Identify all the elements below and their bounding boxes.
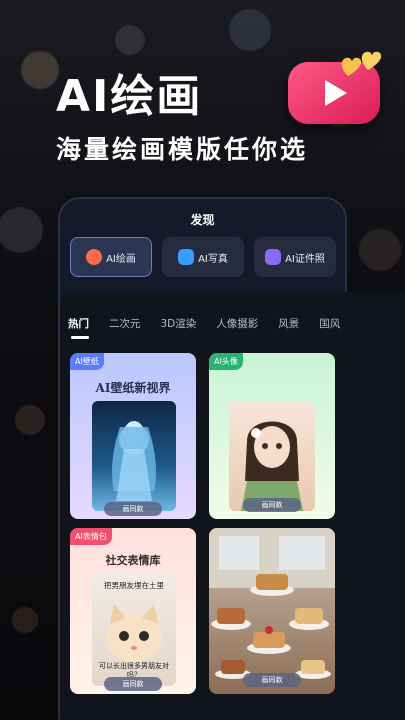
card-heading: AI壁纸新视界 bbox=[95, 381, 171, 395]
badge-ai-emoji: AI表情包 bbox=[70, 528, 112, 545]
category-tabs: 热门 二次元 3D渲染 人像摄影 风景 国风 bbox=[68, 316, 360, 339]
cakes-illustration bbox=[209, 528, 335, 679]
discover-panel: 热门 二次元 3D渲染 人像摄影 风景 国风 AI壁纸 AI壁纸新视界 画同款 … bbox=[60, 292, 405, 720]
page-title: 发现 bbox=[190, 213, 215, 227]
tab-portrait-photography[interactable]: 人像摄影 bbox=[216, 316, 258, 331]
avatar-preview-image bbox=[229, 401, 315, 511]
card-heading: 社交表情库 bbox=[105, 554, 161, 567]
tool-ai-portrait[interactable]: AI写真 bbox=[162, 237, 244, 277]
hearts-icon bbox=[341, 51, 382, 76]
id-photo-icon bbox=[265, 249, 282, 265]
draw-same-button[interactable]: 画同款 bbox=[104, 502, 162, 516]
hero-subtitle: 海量绘画模版任你选 bbox=[56, 135, 309, 164]
badge-ai-avatar: AI头像 bbox=[209, 353, 243, 370]
template-card-food[interactable]: 画同款 bbox=[209, 528, 335, 694]
draw-same-button[interactable]: 画同款 bbox=[243, 673, 301, 687]
tool-label: AI证件照 bbox=[285, 253, 325, 265]
tool-label: AI写真 bbox=[198, 253, 228, 265]
portrait-icon bbox=[178, 249, 195, 265]
tab-hot[interactable]: 热门 bbox=[68, 316, 89, 339]
tool-ai-id-photo[interactable]: AI证件照 bbox=[254, 237, 336, 277]
tab-chinese-style[interactable]: 国风 bbox=[319, 316, 340, 331]
tool-label: AI绘画 bbox=[106, 253, 136, 265]
badge-ai-wallpaper: AI壁纸 bbox=[70, 353, 104, 370]
fairy-illustration bbox=[112, 421, 156, 501]
template-card-avatar[interactable]: AI头像 画同款 bbox=[209, 353, 335, 519]
palette-icon bbox=[86, 249, 103, 265]
emoji-caption-top: 把男朋友埋在土里 bbox=[104, 581, 164, 590]
draw-same-button[interactable]: 画同款 bbox=[243, 498, 301, 512]
hero-title: AI绘画 bbox=[56, 71, 203, 122]
emoji-preview-image: 把男朋友埋在土里 可以长出很多男朋友对吗？ bbox=[92, 574, 176, 686]
tab-landscape[interactable]: 风景 bbox=[278, 316, 299, 331]
tab-3d-render[interactable]: 3D渲染 bbox=[161, 316, 197, 331]
draw-same-button[interactable]: 画同款 bbox=[104, 677, 162, 691]
girl-illustration bbox=[241, 421, 303, 511]
tool-ai-painting[interactable]: AI绘画 bbox=[70, 237, 152, 277]
template-card-wallpaper[interactable]: AI壁纸 AI壁纸新视界 画同款 bbox=[70, 353, 196, 519]
template-card-emoji[interactable]: AI表情包 社交表情库 把男朋友埋在土里 可以长出很多男朋友对吗？ 画同款 bbox=[70, 528, 196, 694]
wallpaper-preview-image bbox=[92, 401, 176, 511]
tab-anime[interactable]: 二次元 bbox=[109, 316, 141, 331]
